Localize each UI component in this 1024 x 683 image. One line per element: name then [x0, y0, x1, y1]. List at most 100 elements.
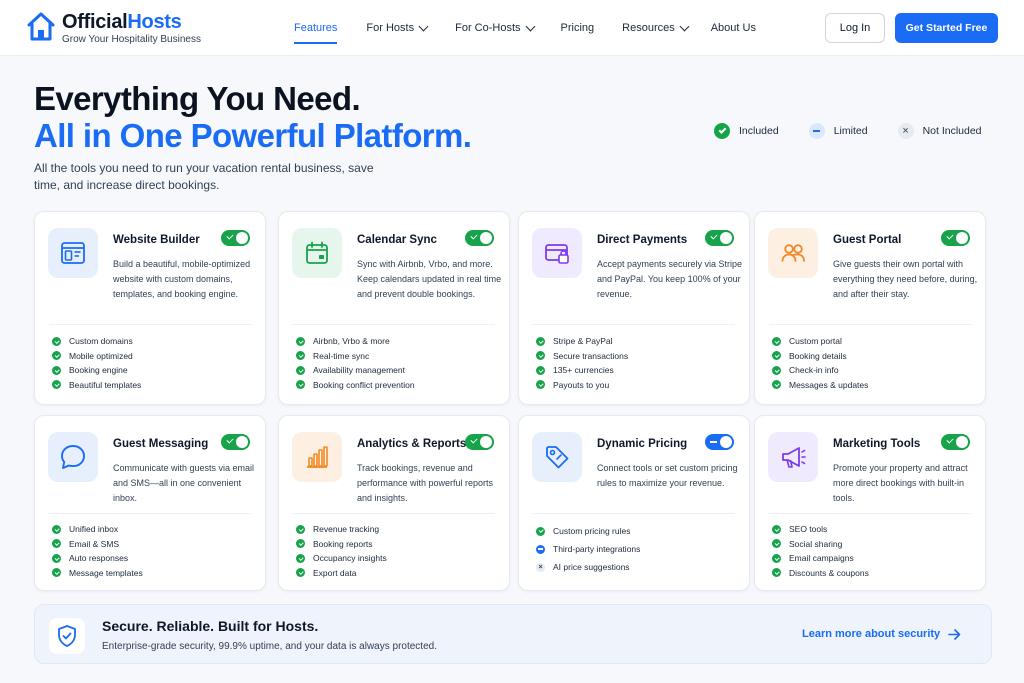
- check-circle-icon: [52, 539, 61, 549]
- feature-card-guest-messaging: Guest Messaging Communicate with guests v…: [34, 415, 266, 591]
- feature-list: Custom domains Mobile optimized Booking en…: [52, 334, 141, 392]
- card-divider: [49, 324, 251, 325]
- feature-list-item: × AI price suggestions: [536, 558, 640, 576]
- feature-list-item: Third-party integrations: [536, 540, 640, 558]
- feature-title: Direct Payments: [597, 234, 688, 246]
- check-circle-icon: [52, 568, 61, 578]
- feature-list-item: Revenue tracking: [296, 522, 387, 537]
- check-circle-icon: [772, 351, 781, 361]
- feature-list: Unified inbox Email & SMS Auto responses Me…: [52, 522, 143, 580]
- feature-list-item: Check-in info: [772, 363, 868, 378]
- feature-list-item: Stripe & PayPal: [536, 334, 628, 349]
- feature-toggle[interactable]: [465, 434, 494, 450]
- feature-card-website-builder: Website Builder Build a beautiful, mobile…: [34, 211, 266, 405]
- house-logo-icon: [27, 12, 55, 41]
- feature-title: Dynamic Pricing: [597, 438, 688, 450]
- get-started-button[interactable]: Get Started Free: [895, 13, 998, 43]
- nav-about-us[interactable]: About Us: [711, 0, 756, 56]
- website-icon: [48, 228, 98, 278]
- feature-toggle[interactable]: [465, 230, 494, 246]
- feature-toggle[interactable]: [221, 230, 250, 246]
- nav-pricing[interactable]: Pricing: [561, 0, 595, 56]
- check-circle-icon: [772, 539, 781, 549]
- security-subtitle: Enterprise-grade security, 99.9% uptime,…: [102, 641, 437, 652]
- feature-toggle[interactable]: [705, 434, 734, 450]
- check-circle-icon: [772, 380, 781, 390]
- check-circle-icon: [296, 524, 305, 534]
- main-nav: Features For Hosts For Co-Hosts Pricing …: [294, 0, 756, 56]
- feature-list: Custom pricing rules Third-party integrat…: [536, 522, 640, 576]
- feature-description: Connect tools or set custom pricing rule…: [597, 463, 738, 488]
- feature-title: Calendar Sync: [357, 234, 437, 246]
- feature-list: Custom portal Booking details Check-in inf…: [772, 334, 868, 392]
- check-circle-icon: [52, 351, 61, 361]
- users-icon: [768, 228, 818, 278]
- feature-list: Airbnb, Vrbo & more Real-time sync Availab…: [296, 334, 415, 392]
- check-circle-icon: [296, 553, 305, 563]
- nav-for-hosts[interactable]: For Hosts: [366, 0, 429, 56]
- feature-toggle[interactable]: [941, 434, 970, 450]
- feature-list-item: Mobile optimized: [52, 349, 141, 364]
- nav-resources[interactable]: Resources: [622, 0, 690, 56]
- feature-card-dynamic-pricing: Dynamic Pricing Connect tools or set cust…: [518, 415, 750, 591]
- feature-list-item: Message templates: [52, 566, 143, 581]
- brand-logo[interactable]: OfficialHosts Grow Your Hospitality Busi…: [26, 11, 201, 46]
- feature-toggle[interactable]: [941, 230, 970, 246]
- feature-description: Build a beautiful, mobile-optimized webs…: [113, 259, 251, 299]
- check-circle-icon: [536, 380, 545, 390]
- feature-card-analytics-reports: Analytics & Reports Track bookings, reven…: [278, 415, 510, 591]
- feature-card-marketing-tools: Marketing Tools Promote your property and…: [754, 415, 986, 591]
- feature-list-item: 135+ currencies: [536, 363, 628, 378]
- check-circle-icon: [52, 524, 61, 534]
- feature-list-item: Availability management: [296, 363, 415, 378]
- check-circle-icon: [52, 380, 61, 390]
- check-circle-icon: [772, 336, 781, 346]
- feature-list-item: Email campaigns: [772, 551, 869, 566]
- hero-subtitle: All the tools you need to run your vacat…: [34, 161, 374, 192]
- feature-list-item: Social sharing: [772, 537, 869, 552]
- login-button[interactable]: Log In: [825, 13, 885, 43]
- check-circle-icon: [296, 351, 305, 361]
- calendar-icon: [292, 228, 342, 278]
- feature-list-item: Auto responses: [52, 551, 143, 566]
- check-circle-icon: [772, 524, 781, 534]
- feature-list-item: Booking reports: [296, 537, 387, 552]
- x-circle-icon: ×: [897, 123, 914, 139]
- feature-list-item: Booking engine: [52, 363, 141, 378]
- check-circle-icon: [536, 526, 545, 536]
- security-learn-more-link[interactable]: Learn more about security: [802, 628, 961, 640]
- check-circle-icon: [536, 351, 545, 361]
- feature-list-item: Occupancy insights: [296, 551, 387, 566]
- nav-features[interactable]: Features: [294, 0, 338, 56]
- card-divider: [293, 513, 495, 514]
- feature-list-item: Airbnb, Vrbo & more: [296, 334, 415, 349]
- legend-included: Included: [714, 123, 779, 139]
- secure-card-icon: [532, 228, 582, 278]
- feature-list-item: Discounts & coupons: [772, 566, 869, 581]
- feature-list-item: Secure transactions: [536, 349, 628, 364]
- card-divider: [49, 513, 251, 514]
- feature-list-item: Payouts to you: [536, 378, 628, 393]
- legend-limited: Limited: [808, 123, 868, 139]
- feature-description: Accept payments securely via Stripe and …: [597, 259, 743, 299]
- card-divider: [533, 513, 735, 514]
- feature-list-item: Email & SMS: [52, 537, 143, 552]
- check-circle-icon: [536, 365, 545, 375]
- check-circle-icon: [296, 380, 305, 390]
- feature-list-item: Booking conflict prevention: [296, 378, 415, 393]
- feature-toggle[interactable]: [705, 230, 734, 246]
- hero-title: Everything You Need.: [34, 80, 361, 117]
- check-circle-icon: [52, 553, 61, 563]
- feature-card-guest-portal: Guest Portal Give guests their own portal…: [754, 211, 986, 405]
- feature-list-item: Messages & updates: [772, 378, 868, 393]
- nav-for-co-hosts[interactable]: For Co-Hosts: [455, 0, 535, 56]
- feature-description: Promote your property and attract more d…: [833, 463, 968, 503]
- feature-list-item: Beautiful templates: [52, 378, 141, 393]
- check-circle-icon: [772, 568, 781, 578]
- feature-toggle[interactable]: [221, 434, 250, 450]
- feature-description: Sync with Airbnb, Vrbo, and more. Keep c…: [357, 259, 502, 299]
- feature-list: Revenue tracking Booking reports Occupancy…: [296, 522, 387, 580]
- minus-circle-icon: [536, 544, 545, 554]
- hero-title-highlight: All in One Powerful Platform.: [34, 117, 472, 154]
- chevron-down-icon: [679, 21, 690, 31]
